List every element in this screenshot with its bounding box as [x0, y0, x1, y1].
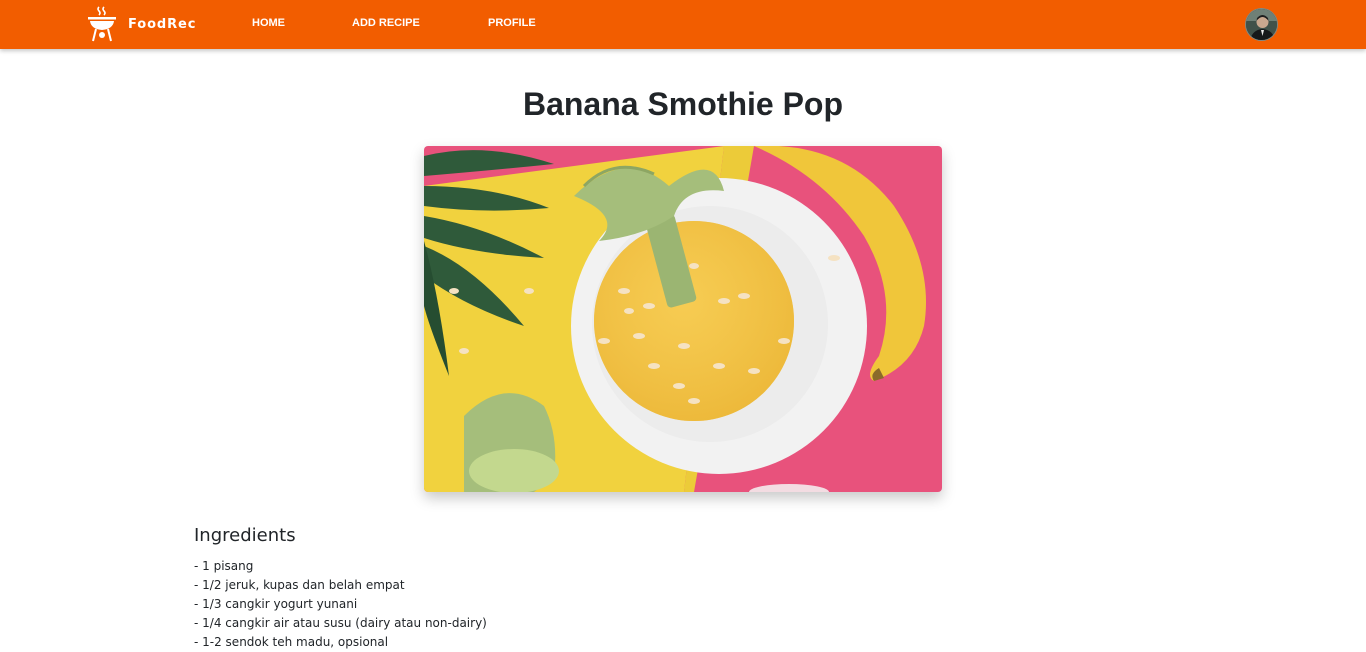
top-navbar: FoodRec HOME ADD RECIPE PROFILE: [0, 0, 1366, 49]
ingredient-item: - 1-2 sendok teh madu, opsional: [194, 635, 389, 649]
ingredients-list: - 1 pisang - 1/2 jeruk, kupas dan belah …: [194, 557, 487, 652]
recipe-image: [424, 146, 942, 492]
ingredient-item: - 1/3 cangkir yogurt yunani: [194, 597, 358, 611]
nav-link-home[interactable]: HOME: [252, 17, 285, 29]
ingredient-item: - 1 pisang: [194, 559, 254, 573]
avatar-icon: [1246, 9, 1277, 40]
brand-name: FoodRec: [128, 16, 197, 32]
nav-link-add-recipe[interactable]: ADD RECIPE: [352, 17, 420, 29]
ingredients-heading: Ingredients: [194, 525, 296, 546]
ingredient-item: - 1/2 jeruk, kupas dan belah empat: [194, 578, 405, 592]
user-avatar[interactable]: [1245, 8, 1278, 41]
smoothie-bowl-photo: [424, 146, 942, 492]
nav-link-profile[interactable]: PROFILE: [488, 17, 536, 29]
grill-icon: [88, 6, 116, 42]
page-title: Banana Smothie Pop: [522, 86, 844, 122]
brand-link[interactable]: FoodRec: [86, 5, 196, 43]
ingredient-item: - 1/4 cangkir air atau susu (dairy atau …: [194, 616, 487, 630]
